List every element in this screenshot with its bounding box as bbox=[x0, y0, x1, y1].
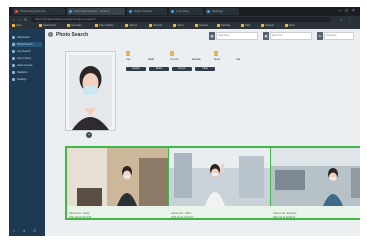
statistics-icon bbox=[12, 70, 15, 74]
tab-strip: Processing Service Face Recognition - Se… bbox=[9, 7, 360, 16]
browser-tab-active[interactable]: Face Recognition - Search bbox=[67, 8, 125, 15]
collapse-icon[interactable]: ≡ bbox=[13, 229, 18, 233]
mask-icon bbox=[214, 51, 218, 56]
forward-arrow-icon[interactable]: › bbox=[17, 17, 22, 22]
address-bar: ‹ › ↻ https://localhost/facerecognition/… bbox=[9, 16, 360, 23]
clear-button[interactable]: Clear bbox=[195, 67, 215, 71]
search-button[interactable]: Search bbox=[126, 67, 146, 71]
calendar-icon[interactable]: ▦ bbox=[209, 32, 215, 40]
browser-tab[interactable]: Photo Search bbox=[127, 8, 167, 15]
bookmark-folder-icon bbox=[173, 24, 176, 27]
bookmark[interactable]: Support bbox=[261, 24, 274, 28]
live-search-icon bbox=[12, 49, 15, 53]
bookmark[interactable]: Help bbox=[241, 24, 250, 28]
result-image bbox=[271, 148, 360, 206]
browser-tab[interactable]: Live View bbox=[169, 8, 203, 15]
bookmark[interactable]: Reports bbox=[149, 24, 162, 28]
bookmark-folder-icon bbox=[12, 24, 15, 27]
sidebar-item-photo-search[interactable]: Photo Search bbox=[12, 42, 42, 47]
bookmark[interactable]: Alarms bbox=[125, 24, 137, 28]
browser-tab[interactable]: Processing Service bbox=[13, 8, 65, 15]
back-icon[interactable]: ‹ bbox=[48, 32, 53, 37]
result-image bbox=[169, 148, 270, 206]
settings-icon bbox=[12, 77, 15, 81]
attribute-age: Age Adult bbox=[126, 51, 166, 65]
gender-icon bbox=[170, 51, 174, 56]
sidebar-item-statistics[interactable]: Statistics bbox=[12, 70, 42, 75]
sidebar-item-dashboard[interactable]: Dashboard bbox=[12, 35, 42, 40]
result-caption: Camera 01 - Lobby bbox=[69, 212, 90, 215]
result-card[interactable]: Camera 03 - Entrance 2021-09-14 10:29:12 bbox=[271, 148, 360, 219]
main-content: ‹ Photo Search ▦ Start time ▦ End time %… bbox=[45, 29, 360, 236]
bookmark[interactable]: Docs bbox=[285, 24, 295, 28]
sidebar-item-settings[interactable]: Settings bbox=[12, 77, 42, 82]
tab-favicon bbox=[129, 10, 132, 13]
bookmark[interactable]: Apps bbox=[12, 24, 22, 28]
photo-search-icon bbox=[12, 42, 15, 46]
maximize-icon[interactable]: □ bbox=[344, 8, 349, 14]
result-card[interactable]: Camera 01 - Lobby 2021-09-14 10:21:05 bbox=[67, 148, 169, 219]
reset-button[interactable]: Reset bbox=[149, 67, 169, 71]
star-icon[interactable]: ☆ bbox=[339, 17, 344, 22]
page-title: Photo Search bbox=[56, 32, 89, 38]
face-library-icon bbox=[12, 56, 15, 60]
attribute-mask: Mask Yes bbox=[214, 51, 254, 65]
result-caption: Camera 02 - Office bbox=[171, 212, 192, 215]
bookmark[interactable]: Cameras bbox=[67, 24, 82, 28]
bookmark[interactable]: Users bbox=[173, 24, 184, 28]
search-results: Camera 01 - Lobby 2021-09-14 10:21:05 Ca… bbox=[65, 146, 360, 220]
age-icon bbox=[126, 51, 130, 56]
export-button[interactable]: Export bbox=[172, 67, 192, 71]
sidebar-item-face-library[interactable]: Face Library bbox=[12, 56, 42, 61]
bookmark-folder-icon bbox=[95, 24, 98, 27]
url-field[interactable]: https://localhost/facerecognition/photo-… bbox=[31, 17, 331, 22]
result-time: 2021-09-14 10:24:37 bbox=[171, 216, 194, 219]
tab-favicon bbox=[171, 10, 174, 13]
tab-favicon bbox=[207, 10, 210, 13]
end-time-input[interactable]: End time bbox=[270, 32, 312, 40]
browser-window: Processing Service Face Recognition - Se… bbox=[9, 7, 360, 236]
bookmark-folder-icon bbox=[285, 24, 288, 27]
upload-photo-button[interactable]: + bbox=[86, 132, 92, 138]
query-photo[interactable] bbox=[65, 51, 116, 131]
sidebar: Dashboard Photo Search Live Search Face … bbox=[9, 29, 45, 236]
bookmark[interactable]: Dashboard bbox=[39, 24, 56, 28]
bookmark-folder-icon bbox=[217, 24, 220, 27]
similarity-input[interactable]: Similarity bbox=[324, 32, 354, 40]
result-image bbox=[67, 148, 168, 206]
start-time-input[interactable]: Start time bbox=[216, 32, 258, 40]
attribute-gender: Gender Female bbox=[170, 51, 210, 65]
dashboard-icon bbox=[12, 35, 15, 39]
result-time: 2021-09-14 10:29:12 bbox=[273, 216, 296, 219]
menu-icon[interactable]: ⋮ bbox=[347, 17, 352, 22]
bookmark-folder-icon bbox=[39, 24, 42, 27]
minimize-icon[interactable]: – bbox=[337, 8, 342, 14]
sidebar-item-alarm-events[interactable]: Alarm Events bbox=[12, 63, 42, 68]
alarm-icon bbox=[12, 63, 15, 67]
bookmark-folder-icon bbox=[241, 24, 244, 27]
bookmark-folder-icon bbox=[149, 24, 152, 27]
similarity-icon[interactable]: % bbox=[317, 32, 323, 40]
tab-favicon bbox=[15, 10, 18, 13]
browser-tab[interactable]: Settings bbox=[205, 8, 239, 15]
user-icon[interactable]: ● bbox=[23, 229, 28, 233]
result-time: 2021-09-14 10:21:05 bbox=[69, 216, 92, 219]
bookmark[interactable]: Settings bbox=[217, 24, 230, 28]
bookmark-folder-icon bbox=[125, 24, 128, 27]
logout-icon[interactable]: ⏻ bbox=[33, 229, 38, 233]
query-face-image bbox=[66, 52, 115, 130]
sidebar-item-live-search[interactable]: Live Search bbox=[12, 49, 42, 54]
tab-favicon bbox=[69, 10, 72, 13]
result-card[interactable]: Camera 02 - Office 2021-09-14 10:24:37 bbox=[169, 148, 271, 219]
close-icon[interactable]: × bbox=[351, 8, 356, 14]
bookmark-folder-icon bbox=[67, 24, 70, 27]
bookmark[interactable]: Face Library bbox=[95, 24, 113, 28]
bookmark-folder-icon bbox=[195, 24, 198, 27]
calendar-icon[interactable]: ▦ bbox=[263, 32, 269, 40]
bookmark[interactable]: Devices bbox=[195, 24, 208, 28]
result-caption: Camera 03 - Entrance bbox=[273, 212, 297, 215]
back-arrow-icon[interactable]: ‹ bbox=[11, 17, 16, 22]
bookmark-folder-icon bbox=[261, 24, 264, 27]
reload-icon[interactable]: ↻ bbox=[23, 17, 28, 22]
